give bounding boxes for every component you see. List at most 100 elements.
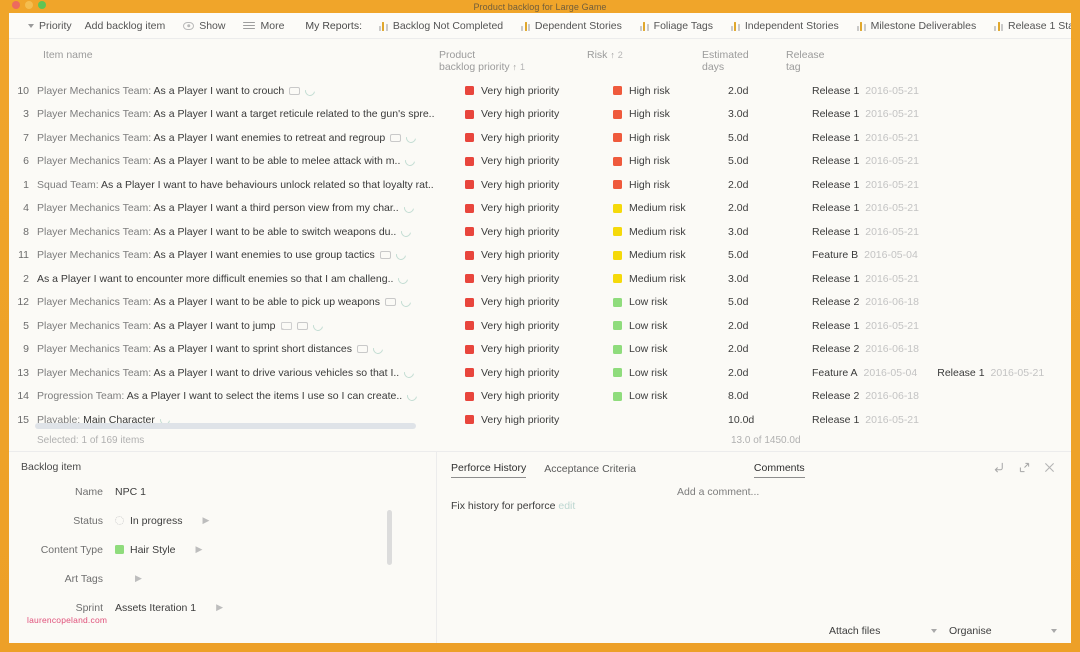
row-priority[interactable]: Very high priority xyxy=(465,296,613,308)
row-estimated-days[interactable]: 5.0d xyxy=(728,155,812,167)
row-risk[interactable]: Medium risk xyxy=(613,273,728,285)
add-backlog-item-button[interactable]: Add backlog item xyxy=(81,13,175,38)
row-item-name[interactable]: Player Mechanics Team: As a Player I wan… xyxy=(35,366,465,379)
table-row[interactable]: 9 Player Mechanics Team: As a Player I wa… xyxy=(9,338,1071,362)
release-tag-name[interactable]: Feature A xyxy=(812,367,858,379)
mail-icon[interactable] xyxy=(280,321,292,330)
row-priority[interactable]: Very high priority xyxy=(465,155,613,167)
chevron-right-icon[interactable]: ▶ xyxy=(135,573,142,584)
chevron-right-icon[interactable]: ▶ xyxy=(203,515,210,526)
field-value[interactable]: Assets Iteration 1 ▶ xyxy=(115,602,223,614)
row-priority[interactable]: Very high priority xyxy=(465,85,613,97)
field-value[interactable]: NPC 1 xyxy=(115,486,146,498)
row-priority[interactable]: Very high priority xyxy=(465,108,613,120)
row-priority[interactable]: Very high priority xyxy=(465,343,613,355)
release-tag-name[interactable]: Release 1 xyxy=(812,179,859,191)
show-button[interactable]: Show xyxy=(174,13,234,38)
comment-icon[interactable] xyxy=(296,321,308,330)
chevron-right-icon[interactable]: ▶ xyxy=(196,544,203,555)
priority-dropdown[interactable]: Priority xyxy=(19,13,81,38)
release-tag-name[interactable]: Release 1 xyxy=(812,202,859,214)
row-estimated-days[interactable]: 3.0d xyxy=(728,226,812,238)
more-button[interactable]: More xyxy=(234,13,293,38)
row-priority[interactable]: Very high priority xyxy=(465,367,613,379)
row-estimated-days[interactable]: 2.0d xyxy=(728,202,812,214)
release-tag-name[interactable]: Release 1 xyxy=(812,108,859,120)
report-dependent-stories[interactable]: Dependent Stories xyxy=(512,13,631,38)
release-tag-name[interactable]: Release 1 xyxy=(812,273,859,285)
expand-icon[interactable] xyxy=(1019,462,1030,473)
row-item-name[interactable]: As a Player I want to encounter more dif… xyxy=(35,272,465,285)
table-row[interactable]: 4 Player Mechanics Team: As a Player I wa… xyxy=(9,197,1071,221)
release-tag-name[interactable]: Release 1 xyxy=(812,155,859,167)
close-icon[interactable] xyxy=(1044,462,1055,473)
release-tag-name[interactable]: Release 1 xyxy=(812,414,859,426)
release-tag-name[interactable]: Release 2 xyxy=(812,343,859,355)
row-risk[interactable]: Medium risk xyxy=(613,202,728,214)
table-row[interactable]: 2 As a Player I want to encounter more di… xyxy=(9,267,1071,291)
close-window-button[interactable] xyxy=(12,1,20,9)
row-item-name[interactable]: Squad Team: As a Player I want to have b… xyxy=(35,179,465,191)
release-tag-name[interactable]: Release 1 xyxy=(812,226,859,238)
row-priority[interactable]: Very high priority xyxy=(465,320,613,332)
report-backlog-not-completed[interactable]: Backlog Not Completed xyxy=(370,13,512,38)
release-tag-name[interactable]: Release 1 xyxy=(937,367,984,379)
table-row[interactable]: 13 Player Mechanics Team: As a Player I w… xyxy=(9,361,1071,385)
row-priority[interactable]: Very high priority xyxy=(465,132,613,144)
row-estimated-days[interactable]: 2.0d xyxy=(728,85,812,97)
row-estimated-days[interactable]: 2.0d xyxy=(728,320,812,332)
row-item-name[interactable]: Player Mechanics Team: As a Player I wan… xyxy=(35,108,465,120)
row-risk[interactable]: Low risk xyxy=(613,367,728,379)
release-tag-name[interactable]: Feature B xyxy=(812,249,858,261)
row-item-name[interactable]: Player Mechanics Team: As a Player I wan… xyxy=(35,155,465,168)
column-header-priority[interactable]: Product backlog priority ↑ 1 xyxy=(439,49,587,73)
report-independent-stories[interactable]: Independent Stories xyxy=(722,13,848,38)
reply-icon[interactable] xyxy=(994,462,1005,473)
row-estimated-days[interactable]: 2.0d xyxy=(728,367,812,379)
row-risk[interactable]: Low risk xyxy=(613,320,728,332)
row-priority[interactable]: Very high priority xyxy=(465,179,613,191)
row-item-name[interactable]: Player Mechanics Team: As a Player I wan… xyxy=(35,225,465,238)
row-priority[interactable]: Very high priority xyxy=(465,202,613,214)
release-tag-name[interactable]: Release 2 xyxy=(812,296,859,308)
comment-icon[interactable] xyxy=(385,298,396,307)
minimize-window-button[interactable] xyxy=(25,1,33,9)
report-foliage-tags[interactable]: Foliage Tags xyxy=(631,13,722,38)
row-risk[interactable]: High risk xyxy=(613,132,728,144)
row-item-name[interactable]: Player Mechanics Team: As a Player I wan… xyxy=(35,319,465,332)
row-priority[interactable]: Very high priority xyxy=(465,414,613,426)
table-row[interactable]: 8 Player Mechanics Team: As a Player I wa… xyxy=(9,220,1071,244)
table-row[interactable]: 1 Squad Team: As a Player I want to have … xyxy=(9,173,1071,197)
tab-comments[interactable]: Comments xyxy=(753,462,805,478)
table-row[interactable]: 14 Progression Team: As a Player I want t… xyxy=(9,385,1071,409)
detail-scrollbar[interactable] xyxy=(387,510,392,565)
row-risk[interactable]: High risk xyxy=(613,179,728,191)
column-header-release-tag[interactable]: Release tag xyxy=(786,49,1071,73)
table-row[interactable]: 12 Player Mechanics Team: As a Player I w… xyxy=(9,291,1071,315)
row-item-name[interactable]: Player Mechanics Team: As a Player I wan… xyxy=(35,202,465,215)
row-estimated-days[interactable]: 3.0d xyxy=(728,273,812,285)
comment-icon[interactable] xyxy=(289,86,301,95)
column-header-item-name[interactable]: Item name xyxy=(9,49,439,61)
row-estimated-days[interactable]: 2.0d xyxy=(728,179,812,191)
row-risk[interactable]: Low risk xyxy=(613,390,728,402)
field-value[interactable]: In progress ▶ xyxy=(115,515,209,527)
row-item-name[interactable]: Player Mechanics Team: As a Player I wan… xyxy=(35,343,465,356)
row-priority[interactable]: Very high priority xyxy=(465,249,613,261)
table-row[interactable]: 10 Player Mechanics Team: As a Player I w… xyxy=(9,79,1071,103)
row-risk[interactable]: High risk xyxy=(613,155,728,167)
release-tag-name[interactable]: Release 1 xyxy=(812,320,859,332)
table-row[interactable]: 6 Player Mechanics Team: As a Player I wa… xyxy=(9,150,1071,174)
row-priority[interactable]: Very high priority xyxy=(465,273,613,285)
column-header-risk[interactable]: Risk ↑ 2 xyxy=(587,49,702,61)
row-estimated-days[interactable]: 3.0d xyxy=(728,108,812,120)
row-estimated-days[interactable]: 8.0d xyxy=(728,390,812,402)
window-controls[interactable] xyxy=(12,1,46,9)
comment-icon[interactable] xyxy=(356,345,368,354)
row-risk[interactable]: Medium risk xyxy=(613,226,728,238)
row-item-name[interactable]: Player Mechanics Team: As a Player I wan… xyxy=(35,249,465,262)
tab-acceptance-criteria[interactable]: Acceptance Criteria xyxy=(544,463,636,478)
chevron-right-icon[interactable]: ▶ xyxy=(216,602,223,613)
field-value[interactable]: ▶ xyxy=(115,573,142,584)
history-link[interactable]: edit xyxy=(558,500,575,512)
